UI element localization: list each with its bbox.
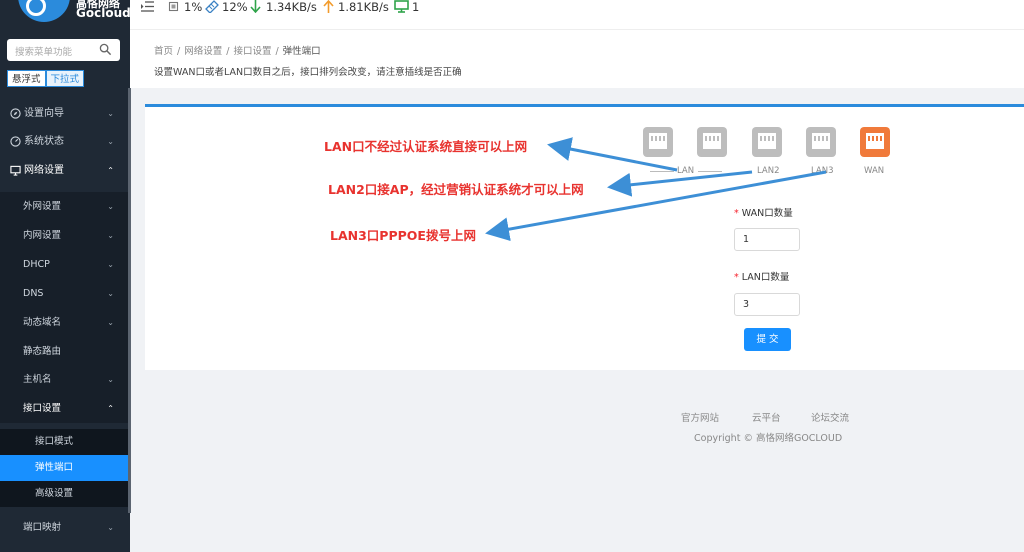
annotation-lan2: LAN2口接AP，经过营销认证系统才可以上网 (328, 182, 584, 197)
annotation-lan: LAN口不经过认证系统直接可以上网 (324, 139, 528, 154)
footer-link-official-site[interactable]: 官方网站 (681, 410, 719, 424)
annotation-arrow-lan (547, 137, 678, 172)
footer-copyright: Copyright © 高恪网络GOCLOUD (694, 433, 843, 444)
footer-link-cloud-platform[interactable]: 云平台 (752, 410, 781, 424)
footer-link-forum[interactable]: 论坛交流 (811, 410, 849, 424)
annotation-arrow-lan2 (607, 170, 753, 197)
annotation-arrows (485, 137, 827, 242)
annotation-lan3: LAN3口PPPOE拨号上网 (330, 228, 476, 243)
